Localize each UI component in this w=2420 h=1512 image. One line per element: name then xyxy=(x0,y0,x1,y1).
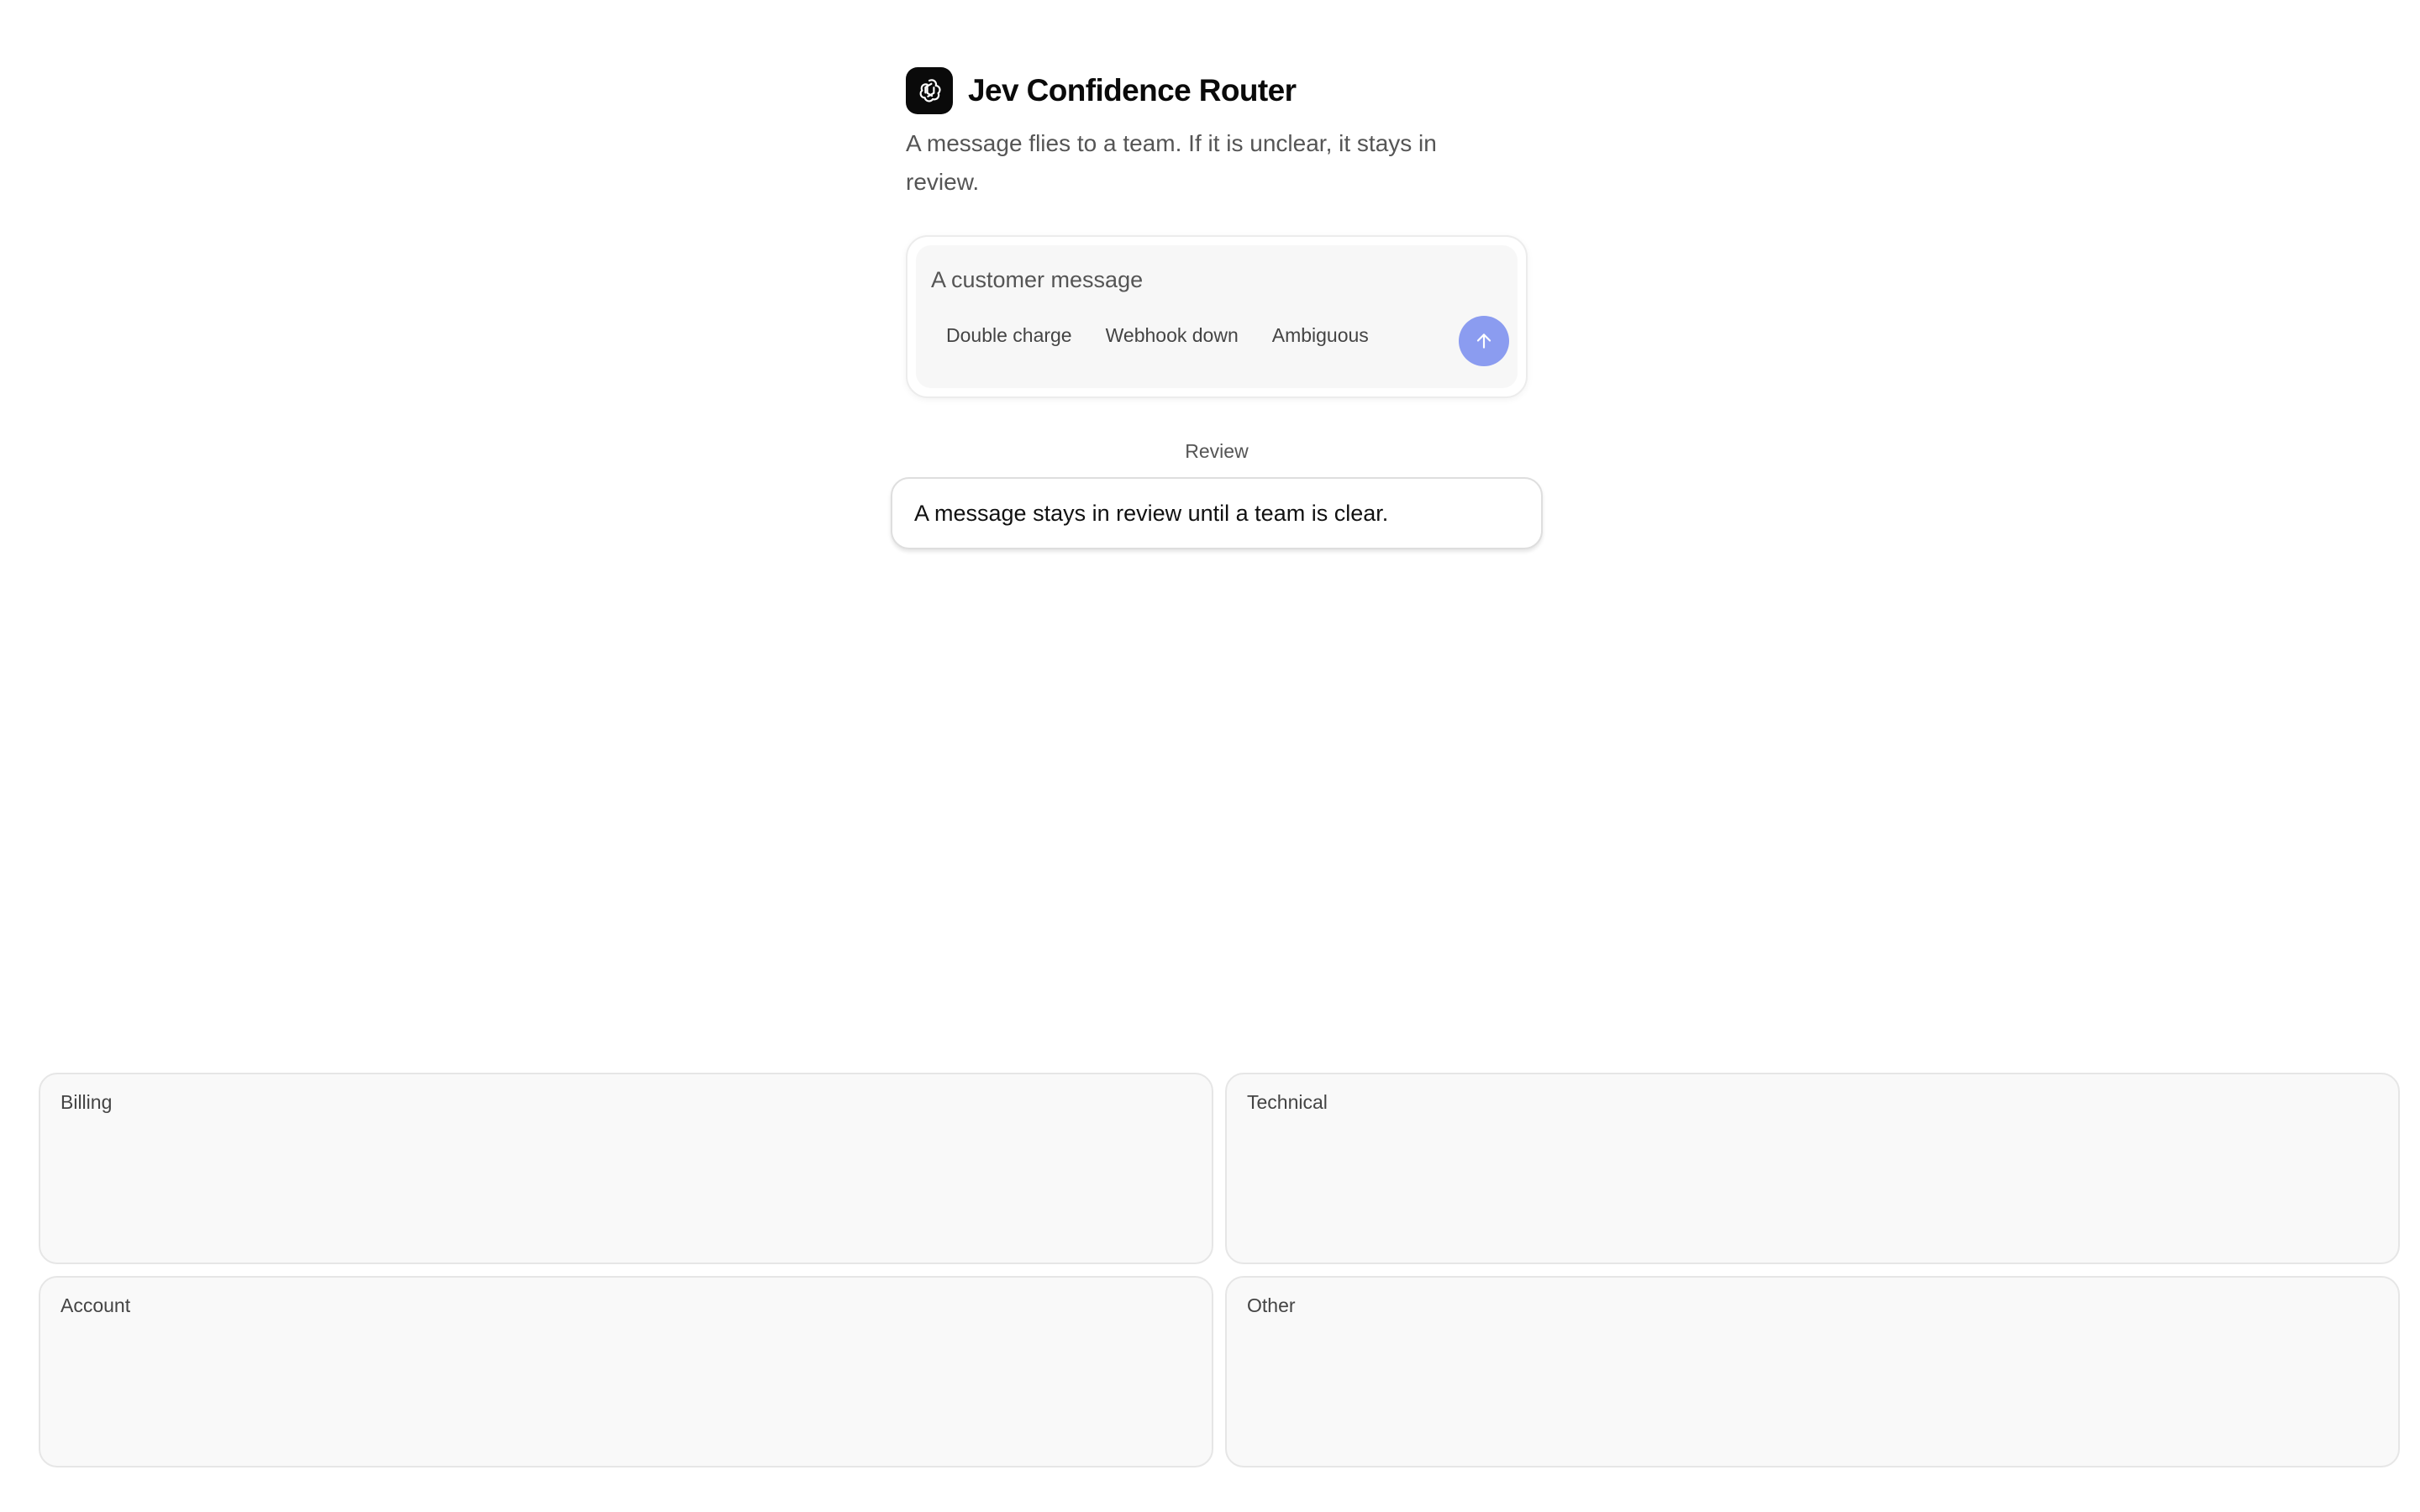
bin-label: Technical xyxy=(1247,1091,1328,1113)
review-message-card: A message stays in review until a team i… xyxy=(891,477,1543,549)
arrow-up-icon xyxy=(1476,333,1491,349)
openai-logo-icon xyxy=(906,67,953,114)
send-button[interactable] xyxy=(1459,316,1509,366)
bin-label: Other xyxy=(1247,1294,1296,1316)
bin-label: Account xyxy=(60,1294,131,1316)
review-label: Review xyxy=(1185,440,1249,462)
app-subtitle: A message flies to a team. If it is uncl… xyxy=(906,130,1437,195)
team-bins: Billing Technical Account Other xyxy=(39,1073,2400,1469)
bin-label: Billing xyxy=(60,1091,113,1113)
example-chips: Double charge Webhook down Ambiguous xyxy=(931,318,1384,354)
bin-other: Other xyxy=(1225,1276,2400,1467)
review-message-text: A message stays in review until a team i… xyxy=(914,500,1389,526)
app-title: Jev Confidence Router xyxy=(968,73,1297,108)
composer-body: Double charge Webhook down Ambiguous xyxy=(916,245,1518,388)
chip-ambiguous[interactable]: Ambiguous xyxy=(1257,318,1384,354)
title-row: Jev Confidence Router xyxy=(906,67,1528,114)
bin-technical: Technical xyxy=(1225,1073,2400,1264)
chip-webhook-down[interactable]: Webhook down xyxy=(1091,318,1254,354)
header: Jev Confidence Router A message flies to… xyxy=(906,67,1528,202)
message-composer: Double charge Webhook down Ambiguous xyxy=(906,235,1528,398)
message-input[interactable] xyxy=(931,267,1452,293)
bin-account: Account xyxy=(39,1276,1213,1467)
chip-double-charge[interactable]: Double charge xyxy=(931,318,1087,354)
bin-billing: Billing xyxy=(39,1073,1213,1264)
